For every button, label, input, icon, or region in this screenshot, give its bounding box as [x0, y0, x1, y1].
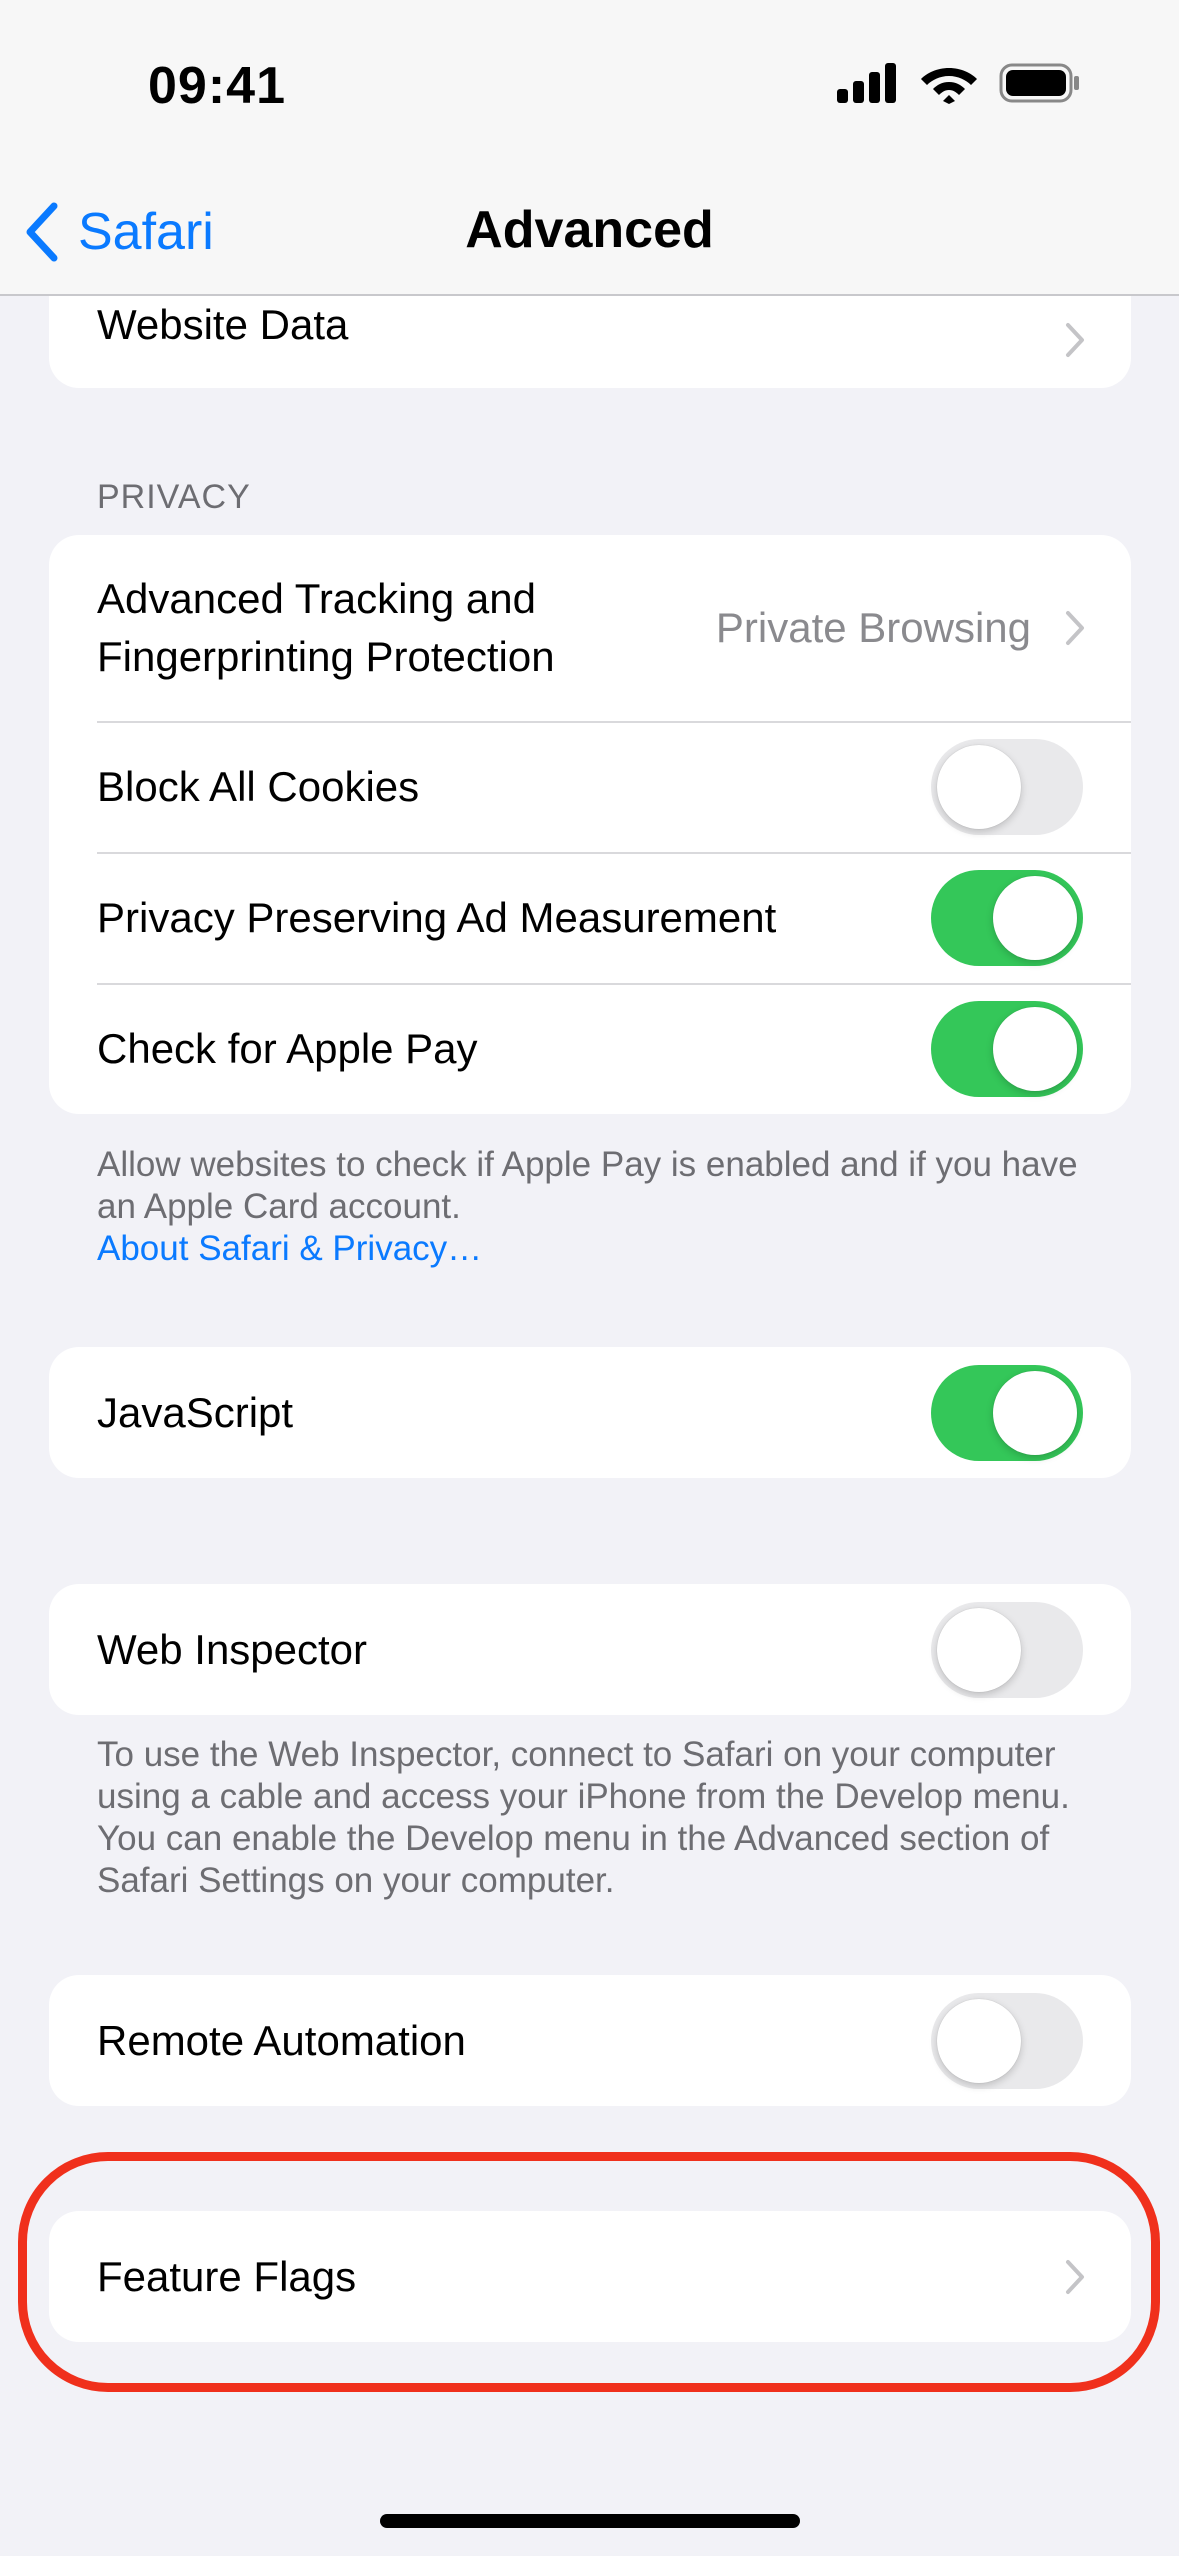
ad-measurement-row: Privacy Preserving Ad Measurement: [49, 852, 1131, 983]
tracking-protection-label: Advanced Tracking and Fingerprinting Pro…: [97, 570, 716, 686]
privacy-group: Advanced Tracking and Fingerprinting Pro…: [49, 535, 1131, 1114]
web-inspector-group: Web Inspector: [49, 1584, 1131, 1715]
toggle-knob: [993, 875, 1077, 960]
tracking-protection-label-line1: Advanced Tracking and: [97, 575, 536, 622]
web-inspector-row: Web Inspector: [49, 1584, 1131, 1715]
battery-icon: [999, 63, 1079, 103]
privacy-section-header: PRIVACY: [97, 478, 251, 516]
cellular-signal-icon: [837, 63, 896, 103]
toggle-knob: [937, 1607, 1021, 1692]
apple-pay-toggle[interactable]: [931, 1000, 1083, 1097]
status-time: 09:41: [148, 57, 286, 115]
javascript-group: JavaScript: [49, 1347, 1131, 1478]
block-cookies-row: Block All Cookies: [49, 721, 1131, 852]
javascript-toggle[interactable]: [931, 1364, 1083, 1461]
tracking-protection-value: Private Browsing: [715, 604, 1031, 651]
apple-pay-footnote: Allow websites to check if Apple Pay is …: [97, 1144, 1097, 1270]
navigation-bar: Safari Advanced: [0, 170, 1179, 296]
tracking-protection-row[interactable]: Advanced Tracking and Fingerprinting Pro…: [49, 535, 1131, 721]
remote-automation-row: Remote Automation: [49, 1975, 1131, 2106]
status-icons: [837, 62, 1081, 104]
home-indicator: [380, 2514, 800, 2528]
apple-pay-row: Check for Apple Pay: [49, 983, 1131, 1114]
page-title: Advanced: [465, 201, 714, 259]
remote-automation-toggle[interactable]: [931, 1992, 1083, 2089]
toggle-knob: [993, 1006, 1077, 1091]
toggle-knob: [937, 1998, 1021, 2083]
website-data-label: Website Data: [97, 301, 349, 348]
ad-measurement-toggle[interactable]: [931, 869, 1083, 966]
wifi-icon: [921, 68, 977, 104]
javascript-row: JavaScript: [49, 1347, 1131, 1478]
website-data-group: Website Data: [49, 296, 1131, 388]
highlight-annotation: [18, 2152, 1160, 2392]
remote-automation-group: Remote Automation: [49, 1975, 1131, 2106]
chevron-right-icon: [1066, 323, 1084, 357]
chevron-right-icon: [1066, 611, 1084, 645]
about-safari-privacy-link[interactable]: About Safari & Privacy…: [97, 1228, 1097, 1270]
website-data-row[interactable]: Website Data: [49, 296, 1131, 388]
web-inspector-footnote: To use the Web Inspector, connect to Saf…: [97, 1735, 1070, 1900]
tracking-protection-label-line2: Fingerprinting Protection: [97, 633, 555, 680]
status-bar: 09:41: [0, 0, 1179, 170]
apple-pay-footnote-text: Allow websites to check if Apple Pay is …: [97, 1145, 1078, 1226]
toggle-knob: [993, 1370, 1077, 1455]
web-inspector-toggle[interactable]: [931, 1601, 1083, 1698]
toggle-knob: [937, 744, 1021, 829]
block-cookies-toggle[interactable]: [931, 738, 1083, 835]
